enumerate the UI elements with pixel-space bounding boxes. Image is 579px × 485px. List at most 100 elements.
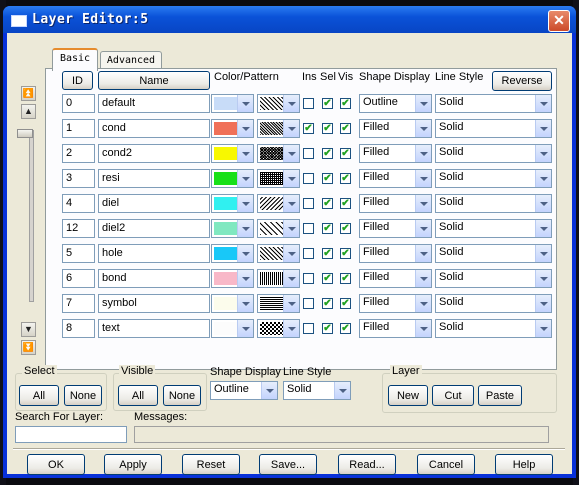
shape-display-select[interactable]: Filled — [359, 144, 432, 163]
layer-name-field[interactable]: cond2 — [98, 144, 210, 163]
line-style-select[interactable]: Solid — [283, 381, 351, 400]
sel-checkbox[interactable]: ✔ — [322, 248, 333, 259]
shape-display-select[interactable]: Filled — [359, 194, 432, 213]
layer-name-field[interactable]: cond — [98, 119, 210, 138]
search-input[interactable] — [15, 426, 127, 443]
layer-name-field[interactable]: hole — [98, 244, 210, 263]
line-style-select[interactable]: Solid — [435, 94, 552, 113]
color-select[interactable] — [211, 169, 254, 188]
shape-display-select[interactable]: Filled — [359, 244, 432, 263]
sel-checkbox[interactable]: ✔ — [322, 148, 333, 159]
ins-checkbox[interactable] — [303, 273, 314, 284]
layer-id-field[interactable]: 1 — [62, 119, 95, 138]
layer-name-field[interactable]: text — [98, 319, 210, 338]
tab-basic[interactable]: Basic — [52, 48, 98, 71]
sel-checkbox[interactable]: ✔ — [322, 198, 333, 209]
layer-id-field[interactable]: 5 — [62, 244, 95, 263]
layer-name-field[interactable]: resi — [98, 169, 210, 188]
id-column-header[interactable]: ID — [62, 71, 93, 90]
sel-checkbox[interactable]: ✔ — [322, 323, 333, 334]
shape-display-select[interactable]: Filled — [359, 269, 432, 288]
layer-id-field[interactable]: 8 — [62, 319, 95, 338]
vis-checkbox[interactable]: ✔ — [340, 273, 351, 284]
ins-checkbox[interactable] — [303, 323, 314, 334]
line-style-select[interactable]: Solid — [435, 144, 552, 163]
pattern-select[interactable] — [257, 94, 300, 113]
pattern-select[interactable] — [257, 169, 300, 188]
ins-checkbox[interactable] — [303, 248, 314, 259]
pattern-select[interactable] — [257, 219, 300, 238]
color-select[interactable] — [211, 219, 254, 238]
read-button[interactable]: Read... — [338, 454, 396, 475]
sel-checkbox[interactable]: ✔ — [322, 98, 333, 109]
sel-checkbox[interactable]: ✔ — [322, 123, 333, 134]
scroll-track[interactable] — [29, 130, 34, 302]
layer-id-field[interactable]: 12 — [62, 219, 95, 238]
layer-paste-button[interactable]: Paste — [478, 385, 522, 406]
line-style-select[interactable]: Solid — [435, 194, 552, 213]
layer-cut-button[interactable]: Cut — [432, 385, 474, 406]
reset-button[interactable]: Reset — [182, 454, 240, 475]
layer-id-field[interactable]: 0 — [62, 94, 95, 113]
layer-id-field[interactable]: 4 — [62, 194, 95, 213]
pattern-select[interactable] — [257, 269, 300, 288]
color-select[interactable] — [211, 119, 254, 138]
layer-id-field[interactable]: 7 — [62, 294, 95, 313]
layer-name-field[interactable]: bond — [98, 269, 210, 288]
sel-checkbox[interactable]: ✔ — [322, 223, 333, 234]
visible-all-button[interactable]: All — [118, 385, 158, 406]
vis-checkbox[interactable]: ✔ — [340, 173, 351, 184]
sel-checkbox[interactable]: ✔ — [322, 298, 333, 309]
scroll-thumb[interactable] — [17, 129, 33, 138]
layer-name-field[interactable]: symbol — [98, 294, 210, 313]
pattern-select[interactable] — [257, 144, 300, 163]
sel-checkbox[interactable]: ✔ — [322, 273, 333, 284]
scroll-down-icon[interactable]: ▼ — [21, 322, 36, 337]
vis-checkbox[interactable]: ✔ — [340, 98, 351, 109]
vis-checkbox[interactable]: ✔ — [340, 123, 351, 134]
pattern-select[interactable] — [257, 244, 300, 263]
vis-checkbox[interactable]: ✔ — [340, 323, 351, 334]
select-all-button[interactable]: All — [19, 385, 59, 406]
visible-none-button[interactable]: None — [163, 385, 201, 406]
line-style-select[interactable]: Solid — [435, 294, 552, 313]
color-select[interactable] — [211, 94, 254, 113]
close-button[interactable]: ✕ — [548, 10, 570, 32]
color-select[interactable] — [211, 244, 254, 263]
color-select[interactable] — [211, 144, 254, 163]
layer-name-field[interactable]: diel2 — [98, 219, 210, 238]
apply-button[interactable]: Apply — [104, 454, 162, 475]
scroll-top-icon[interactable]: ⏫ — [21, 86, 36, 101]
shape-display-select[interactable]: Filled — [359, 219, 432, 238]
vis-checkbox[interactable]: ✔ — [340, 248, 351, 259]
line-style-select[interactable]: Solid — [435, 319, 552, 338]
pattern-select[interactable] — [257, 294, 300, 313]
color-select[interactable] — [211, 294, 254, 313]
scroll-bottom-icon[interactable]: ⏬ — [21, 340, 36, 355]
ins-checkbox[interactable] — [303, 298, 314, 309]
line-style-select[interactable]: Solid — [435, 219, 552, 238]
layer-new-button[interactable]: New — [388, 385, 428, 406]
shape-display-select[interactable]: Filled — [359, 119, 432, 138]
shape-display-select[interactable]: Filled — [359, 294, 432, 313]
pattern-select[interactable] — [257, 319, 300, 338]
line-style-select[interactable]: Solid — [435, 244, 552, 263]
shape-display-select[interactable]: Filled — [359, 319, 432, 338]
layer-name-field[interactable]: default — [98, 94, 210, 113]
layer-id-field[interactable]: 3 — [62, 169, 95, 188]
ins-checkbox[interactable]: ✔ — [303, 123, 314, 134]
ins-checkbox[interactable] — [303, 98, 314, 109]
save-button[interactable]: Save... — [259, 454, 317, 475]
vis-checkbox[interactable]: ✔ — [340, 223, 351, 234]
cancel-button[interactable]: Cancel — [417, 454, 475, 475]
vis-checkbox[interactable]: ✔ — [340, 148, 351, 159]
select-none-button[interactable]: None — [64, 385, 102, 406]
pattern-select[interactable] — [257, 119, 300, 138]
pattern-select[interactable] — [257, 194, 300, 213]
layer-id-field[interactable]: 2 — [62, 144, 95, 163]
ok-button[interactable]: OK — [27, 454, 85, 475]
vis-checkbox[interactable]: ✔ — [340, 198, 351, 209]
help-button[interactable]: Help — [495, 454, 553, 475]
color-select[interactable] — [211, 194, 254, 213]
scroll-up-icon[interactable]: ▲ — [21, 104, 36, 119]
